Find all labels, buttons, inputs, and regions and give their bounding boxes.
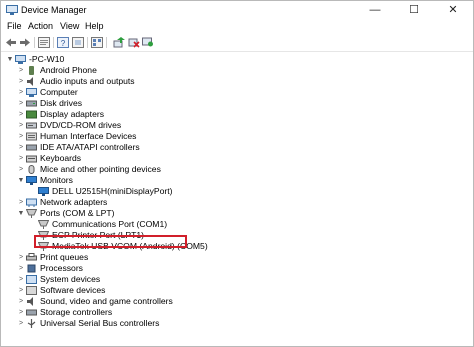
toolbar-separator bbox=[87, 37, 88, 48]
keyboard-icon bbox=[26, 155, 37, 163]
ide-controller-icon bbox=[26, 144, 37, 151]
computer-icon bbox=[26, 88, 37, 97]
category-label: Storage controllers bbox=[40, 307, 113, 317]
collapse-icon[interactable]: ▼ bbox=[17, 175, 25, 186]
category-label: DVD/CD-ROM drives bbox=[40, 120, 122, 130]
expand-icon[interactable]: > bbox=[17, 153, 25, 164]
category-label: Software devices bbox=[40, 285, 106, 295]
help-icon[interactable]: ? bbox=[57, 37, 69, 48]
processor-icon bbox=[27, 264, 36, 273]
window-title: Device Manager bbox=[21, 5, 87, 15]
scan-hardware-icon[interactable] bbox=[142, 37, 154, 48]
expand-icon[interactable]: > bbox=[17, 263, 25, 274]
storage-controller-icon bbox=[26, 309, 37, 316]
update-driver-icon[interactable] bbox=[113, 37, 125, 48]
audio-icon bbox=[27, 77, 33, 86]
menu-view[interactable]: View bbox=[60, 21, 79, 31]
category-label: Audio inputs and outputs bbox=[40, 76, 135, 86]
toolbar-separator bbox=[53, 37, 54, 48]
network-adapter-icon bbox=[26, 198, 37, 207]
device-manager-icon bbox=[6, 5, 18, 15]
computer-icon bbox=[15, 55, 26, 64]
device-manager-window: Device Manager — ☐ ✕ File Action View He… bbox=[0, 0, 474, 347]
expand-icon[interactable]: > bbox=[17, 76, 25, 87]
display-adapter-icon bbox=[26, 110, 37, 119]
show-hidden-icon[interactable] bbox=[72, 37, 84, 48]
menu-bar: File Action View Help bbox=[1, 20, 473, 34]
device-label: Communications Port (COM1) bbox=[52, 219, 168, 229]
category-label: Keyboards bbox=[40, 153, 82, 163]
category-label: Display adapters bbox=[40, 109, 105, 119]
port-icon bbox=[38, 220, 49, 229]
toolbar-separator bbox=[34, 37, 35, 48]
category-label: Processors bbox=[40, 263, 83, 273]
menu-help[interactable]: Help bbox=[85, 21, 104, 31]
phone-icon bbox=[29, 66, 34, 75]
monitor-icon bbox=[26, 176, 37, 185]
category-label: Network adapters bbox=[40, 197, 108, 207]
software-devices-icon bbox=[26, 286, 37, 295]
maximize-button[interactable]: ☐ bbox=[400, 1, 428, 20]
expand-icon[interactable]: > bbox=[17, 98, 25, 109]
category-label: Android Phone bbox=[40, 65, 97, 75]
port-icon bbox=[26, 209, 37, 218]
uninstall-icon[interactable] bbox=[128, 37, 140, 48]
dvd-drive-icon bbox=[26, 122, 37, 129]
category-label: IDE ATA/ATAPI controllers bbox=[40, 142, 140, 152]
usb-icon bbox=[27, 319, 36, 328]
expand-icon[interactable]: > bbox=[17, 142, 25, 153]
selection-highlight-box bbox=[34, 235, 187, 248]
minimize-button[interactable]: — bbox=[361, 1, 389, 20]
close-button[interactable]: ✕ bbox=[439, 1, 467, 20]
collapse-icon[interactable]: ▼ bbox=[17, 208, 25, 219]
system-devices-icon bbox=[26, 275, 37, 284]
root-label: -PC-W10 bbox=[29, 54, 65, 64]
expand-icon[interactable]: > bbox=[17, 131, 25, 142]
category-label: Sound, video and game controllers bbox=[40, 296, 173, 306]
menu-action[interactable]: Action bbox=[28, 21, 53, 31]
category-label: Print queues bbox=[40, 252, 89, 262]
monitor-icon bbox=[38, 187, 49, 196]
category-label: Universal Serial Bus controllers bbox=[40, 318, 160, 328]
sound-icon bbox=[27, 297, 33, 306]
category-label: Ports (COM & LPT) bbox=[40, 208, 115, 218]
expand-icon[interactable]: > bbox=[17, 296, 25, 307]
printer-icon bbox=[26, 253, 37, 261]
category-label: System devices bbox=[40, 274, 101, 284]
expand-icon[interactable]: > bbox=[17, 285, 25, 296]
category-label: Human Interface Devices bbox=[40, 131, 137, 141]
category-label: Computer bbox=[40, 87, 78, 97]
menu-file[interactable]: File bbox=[7, 21, 22, 31]
title-bar[interactable]: Device Manager — ☐ ✕ bbox=[1, 1, 473, 20]
expand-icon[interactable]: > bbox=[17, 307, 25, 318]
expand-icon[interactable]: > bbox=[17, 65, 25, 76]
properties-icon[interactable] bbox=[38, 37, 50, 48]
disk-drive-icon bbox=[26, 100, 37, 107]
toolbar-separator bbox=[106, 37, 107, 48]
device-label: DELL U2515H(miniDisplayPort) bbox=[52, 186, 173, 196]
mouse-icon bbox=[28, 165, 35, 174]
hid-icon bbox=[26, 132, 37, 141]
expand-icon[interactable]: > bbox=[17, 164, 25, 175]
category-label: Monitors bbox=[40, 175, 73, 185]
svg-text:?: ? bbox=[61, 39, 66, 48]
category-label: Disk drives bbox=[40, 98, 83, 108]
expand-icon[interactable]: > bbox=[17, 109, 25, 120]
collapse-icon[interactable]: ▼ bbox=[6, 54, 14, 65]
category-label: Mice and other pointing devices bbox=[40, 164, 161, 174]
expand-icon[interactable]: > bbox=[17, 197, 25, 208]
toolbar: ? bbox=[1, 35, 473, 52]
back-arrow-icon[interactable] bbox=[5, 37, 17, 48]
view-icon[interactable] bbox=[91, 37, 103, 48]
expand-icon[interactable]: > bbox=[17, 120, 25, 131]
forward-arrow-icon[interactable] bbox=[19, 37, 31, 48]
device-tree: ▼ -PC-W10 > Android Phone > Audio inputs… bbox=[1, 52, 473, 344]
expand-icon[interactable]: > bbox=[17, 318, 25, 329]
expand-icon[interactable]: > bbox=[17, 87, 25, 98]
expand-icon[interactable]: > bbox=[17, 252, 25, 263]
expand-icon[interactable]: > bbox=[17, 274, 25, 285]
